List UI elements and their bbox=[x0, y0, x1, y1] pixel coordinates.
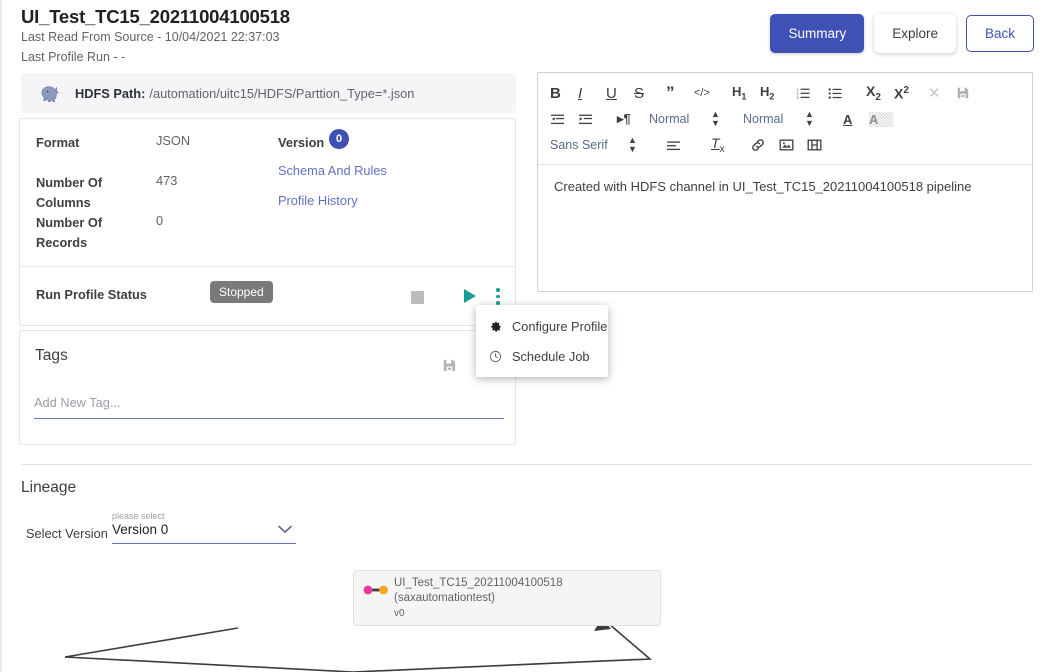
save-floppy-icon[interactable] bbox=[956, 86, 970, 100]
run-profile-status-label: Run Profile Status bbox=[36, 287, 147, 302]
number-of-records-value: 0 bbox=[156, 213, 164, 228]
summary-button[interactable]: Summary bbox=[770, 14, 865, 53]
play-triangle-icon[interactable] bbox=[464, 289, 476, 303]
lineage-node[interactable]: UI_Test_TC15_20211004100518 (saxautomati… bbox=[353, 570, 661, 626]
page-header: UI_Test_TC15_20211004100518 Last Read Fr… bbox=[2, 0, 1049, 66]
menu-item-label: Configure Profile bbox=[512, 318, 608, 334]
lineage-node-subtitle: (saxautomationtest) bbox=[394, 592, 495, 604]
hdfs-path-bar: HDFS Path: /automation/uitc15/HDFS/Partt… bbox=[21, 73, 516, 113]
last-profile-run: Last Profile Run - - bbox=[21, 50, 126, 64]
page-title: UI_Test_TC15_20211004100518 bbox=[21, 6, 290, 27]
select-version-label: Select Version bbox=[26, 526, 108, 541]
italic-icon[interactable]: I bbox=[578, 85, 606, 102]
header-level-select[interactable]: Normal bbox=[649, 112, 711, 126]
chevron-updown-icon[interactable]: ▲ ▼ bbox=[628, 136, 666, 154]
select-version-dropdown[interactable]: Version 0 bbox=[112, 522, 296, 544]
font-color-icon[interactable]: A bbox=[843, 112, 869, 127]
profile-history-link[interactable]: Profile History bbox=[278, 193, 358, 208]
format-label: Format bbox=[36, 135, 80, 150]
toolbar-row-2: ▸¶ Normal ▲ ▼ Normal ▲ ▼ A A bbox=[550, 106, 1020, 132]
chevron-down-icon bbox=[278, 525, 292, 534]
tags-title: Tags bbox=[35, 347, 68, 364]
superscript-icon[interactable]: X2 bbox=[894, 85, 928, 102]
bullet-list-icon[interactable] bbox=[828, 87, 842, 100]
dataset-info-grid: Format JSON Number Of Columns 473 Number… bbox=[20, 119, 515, 267]
gear-icon bbox=[491, 321, 502, 332]
menu-item-configure-profile[interactable]: Configure Profile bbox=[476, 311, 608, 341]
dataset-info-card: Format JSON Number Of Columns 473 Number… bbox=[19, 118, 516, 326]
lineage-connector-icon bbox=[363, 585, 388, 595]
version-badge: 0 bbox=[329, 129, 349, 149]
heading-2-icon[interactable]: H2 bbox=[760, 84, 796, 102]
number-of-columns-value: 473 bbox=[156, 173, 178, 188]
lineage-title: Lineage bbox=[21, 479, 77, 496]
clear-format-icon[interactable]: Tx bbox=[711, 135, 751, 155]
subscript-icon[interactable]: X2 bbox=[866, 83, 894, 103]
svg-text:3: 3 bbox=[797, 96, 799, 100]
stop-square-icon[interactable] bbox=[411, 291, 424, 304]
add-new-tag-input[interactable] bbox=[34, 391, 504, 419]
toolbar-row-3: Sans Serif ▲ ▼ Tx bbox=[550, 132, 1020, 158]
ordered-list-icon[interactable]: 1 2 3 bbox=[796, 87, 810, 100]
hdfs-path-label: HDFS Path: bbox=[75, 85, 146, 101]
description-editor: B I U S ” </> H1 H2 1 2 3 X2 X2 ✕ ▸¶ Nor… bbox=[537, 72, 1033, 292]
menu-item-label: Schedule Job bbox=[512, 348, 590, 364]
kebab-dot bbox=[496, 294, 500, 298]
kebab-dot bbox=[496, 288, 500, 292]
code-block-icon[interactable]: </> bbox=[694, 87, 732, 99]
font-family-select[interactable]: Sans Serif bbox=[550, 138, 628, 152]
format-value: JSON bbox=[156, 133, 191, 148]
chevron-updown-icon[interactable]: ▲ ▼ bbox=[805, 110, 843, 128]
close-icon[interactable]: ✕ bbox=[928, 84, 956, 102]
summary-page: UI_Test_TC15_20211004100518 Last Read Fr… bbox=[0, 0, 1049, 672]
lineage-node-title: UI_Test_TC15_20211004100518 bbox=[394, 577, 563, 589]
select-version-value: Version 0 bbox=[112, 522, 169, 537]
highlight-color-icon[interactable]: A bbox=[869, 111, 893, 127]
video-icon[interactable] bbox=[807, 138, 822, 152]
link-icon[interactable] bbox=[751, 138, 765, 152]
strikethrough-icon[interactable]: S bbox=[634, 85, 666, 102]
align-icon[interactable] bbox=[666, 139, 681, 152]
hadoop-elephant-icon bbox=[41, 86, 59, 102]
clock-icon bbox=[489, 350, 502, 362]
tags-card: Tags bbox=[19, 330, 516, 445]
back-button[interactable]: Back bbox=[965, 15, 1034, 52]
explore-button[interactable]: Explore bbox=[874, 14, 956, 53]
editor-toolbar: B I U S ” </> H1 H2 1 2 3 X2 X2 ✕ ▸¶ Nor… bbox=[538, 73, 1032, 165]
editor-content[interactable]: Created with HDFS channel in UI_Test_TC1… bbox=[538, 165, 1032, 291]
blockquote-icon[interactable]: ” bbox=[666, 84, 694, 101]
header-actions: Summary Explore Back bbox=[770, 14, 1034, 53]
run-profile-row: Run Profile Status Stopped bbox=[20, 267, 515, 325]
kebab-dot bbox=[496, 301, 500, 305]
last-read-from-source: Last Read From Source - 10/04/2021 22:37… bbox=[21, 30, 280, 44]
image-icon[interactable] bbox=[779, 138, 794, 152]
more-vertical-icon[interactable] bbox=[490, 288, 506, 305]
lineage-graph: UI_Test_TC15_20211004100518 (saxautomati… bbox=[2, 555, 1049, 672]
font-size-select[interactable]: Normal bbox=[743, 112, 805, 126]
profile-context-menu: Configure Profile Schedule Job bbox=[476, 305, 608, 377]
bold-icon[interactable]: B bbox=[550, 85, 578, 102]
hdfs-path-value: /automation/uitc15/HDFS/Parttion_Type=*.… bbox=[149, 85, 415, 101]
outdent-icon[interactable] bbox=[550, 113, 565, 126]
schema-and-rules-link[interactable]: Schema And Rules bbox=[278, 163, 387, 178]
number-of-records-label: Number Of Records bbox=[36, 215, 103, 250]
select-version-hint: please select bbox=[112, 511, 165, 521]
text-direction-icon[interactable]: ▸¶ bbox=[617, 111, 649, 127]
underline-icon[interactable]: U bbox=[606, 85, 634, 102]
section-divider bbox=[21, 464, 1032, 465]
toolbar-row-1: B I U S ” </> H1 H2 1 2 3 X2 X2 ✕ bbox=[550, 80, 1020, 106]
number-of-columns-label: Number Of Columns bbox=[36, 175, 103, 210]
menu-item-schedule-job[interactable]: Schedule Job bbox=[476, 341, 608, 371]
save-floppy-icon[interactable] bbox=[442, 358, 457, 373]
chevron-updown-icon[interactable]: ▲ ▼ bbox=[711, 110, 743, 128]
indent-icon[interactable] bbox=[578, 113, 593, 126]
heading-1-icon[interactable]: H1 bbox=[732, 84, 760, 102]
lineage-node-version: v0 bbox=[394, 608, 405, 619]
status-badge: Stopped bbox=[210, 281, 273, 303]
